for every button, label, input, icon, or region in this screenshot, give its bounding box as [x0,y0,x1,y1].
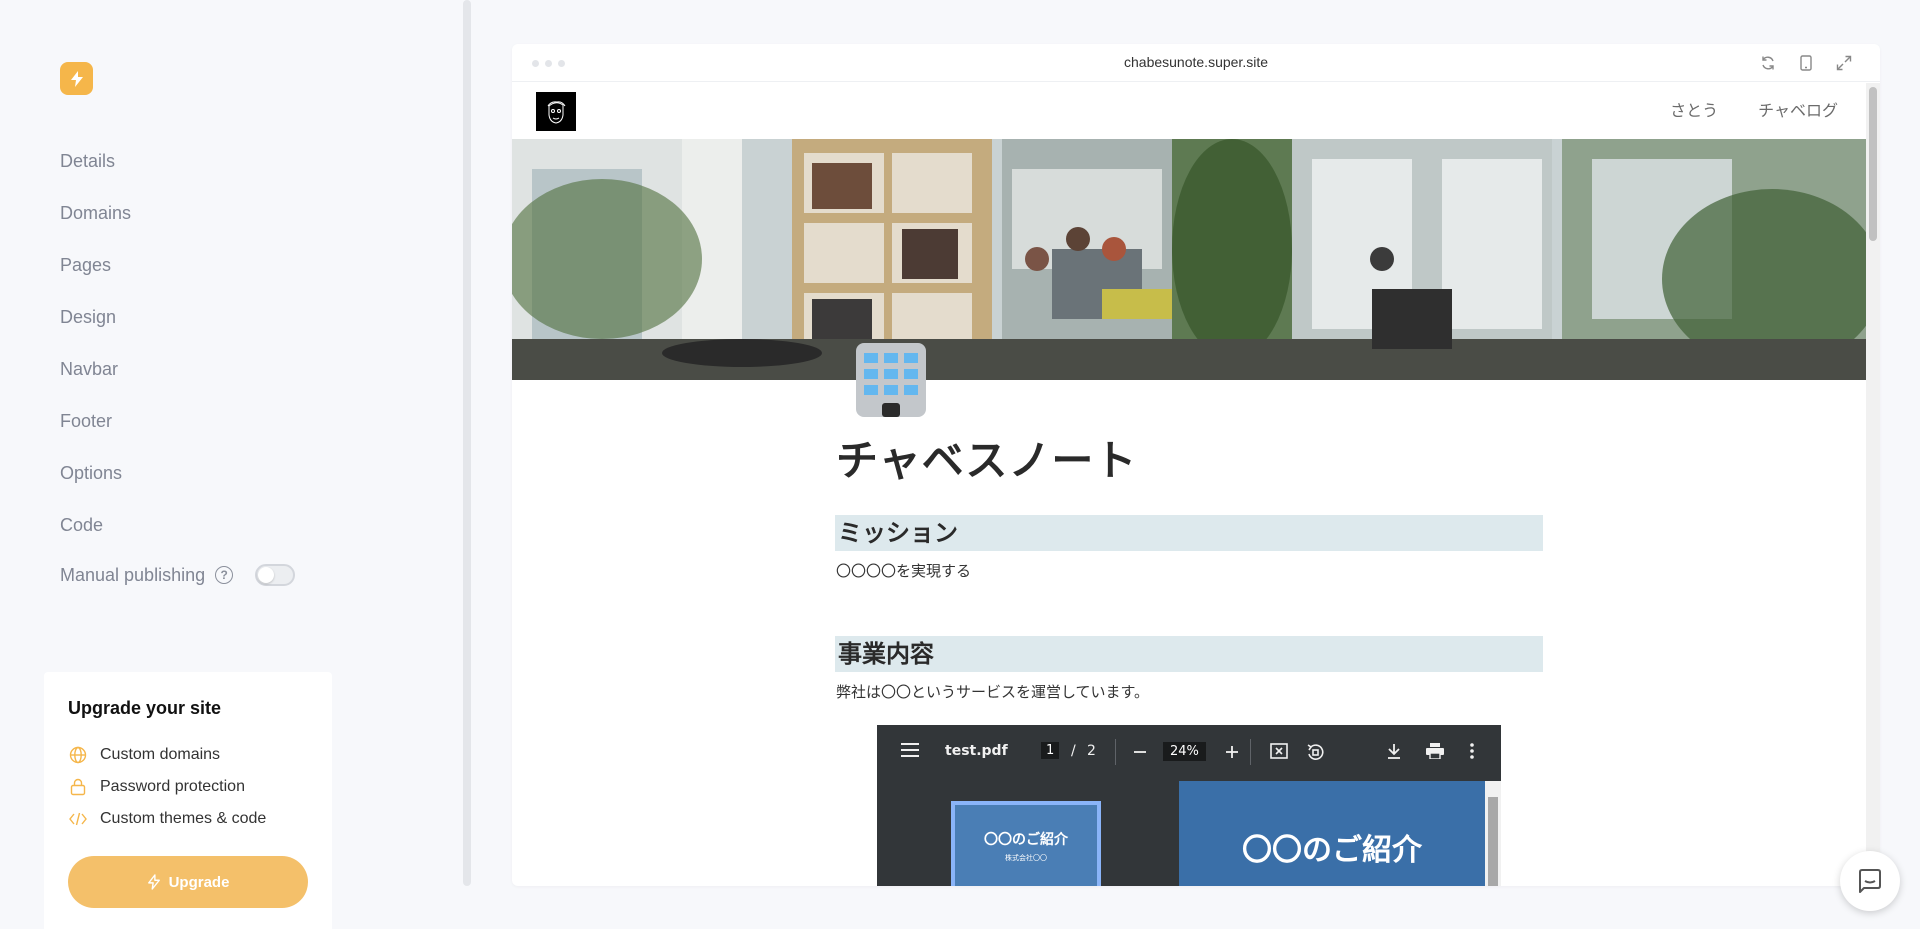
nav-domains[interactable]: Domains [60,197,131,249]
pdf-zoom-input[interactable]: 24% [1163,742,1206,761]
preview-url: chabesunote.super.site [1124,54,1268,70]
upgrade-button-label: Upgrade [168,873,230,891]
chat-icon [1859,869,1881,893]
help-icon[interactable]: ? [215,566,234,584]
thumbnail-subtitle: 株式会社〇〇 [1005,854,1047,862]
divider [1115,739,1116,765]
upgrade-card: Upgrade your site Custom domains Passwor… [44,672,332,929]
nav-code[interactable]: Code [60,509,131,561]
sidebar: Details Domains Pages Design Navbar Foot… [0,0,462,929]
toggle-knob [258,567,275,583]
code-icon [68,809,88,829]
zoom-in-icon[interactable] [1225,745,1239,759]
manual-publishing-toggle[interactable] [255,564,296,586]
sidebar-scrollbar[interactable] [463,0,471,886]
mobile-icon[interactable] [1796,53,1816,73]
nav-footer[interactable]: Footer [60,405,131,457]
menu-icon[interactable] [901,743,919,757]
pdf-thumbnail-pane: 〇〇のご紹介 株式会社〇〇 [877,781,1179,886]
pdf-thumbnail-page-1[interactable]: 〇〇のご紹介 株式会社〇〇 [951,801,1101,886]
site-nav: さとう チャベログ [1670,97,1838,121]
pdf-page-total: 2 [1087,743,1096,759]
section-heading-business: 事業内容 [835,636,1543,672]
pdf-toolbar: test.pdf 1 / 2 24% [877,725,1501,781]
fit-page-icon[interactable] [1270,743,1288,759]
app-logo[interactable] [60,62,93,95]
nav-details[interactable]: Details [60,145,131,197]
rotate-icon[interactable] [1306,743,1324,761]
preview-controls [1758,53,1854,73]
settings-nav: Details Domains Pages Design Navbar Foot… [60,145,131,561]
cover-image [512,139,1866,380]
pdf-page-separator: / [1071,743,1076,759]
site-scrollbar[interactable] [1866,83,1880,886]
feature-custom-themes: Custom themes & code [68,803,308,835]
zoom-out-icon[interactable] [1133,745,1147,759]
feature-label: Password protection [100,778,245,795]
site-scrollbar-thumb[interactable] [1869,87,1877,241]
chat-support-button[interactable] [1840,851,1900,911]
feature-password-protection: Password protection [68,771,308,803]
lock-icon [68,777,88,797]
pdf-viewer: test.pdf 1 / 2 24% 〇〇のご紹介 株式会社〇〇 〇〇のご紹介 [877,725,1501,886]
print-icon[interactable] [1426,743,1444,759]
feature-custom-domains: Custom domains [68,739,308,771]
thumbnail-title: 〇〇のご紹介 [984,832,1068,848]
more-vert-icon[interactable] [1470,743,1474,759]
page-title: チャベスノート [836,436,1138,485]
section-text-business: 弊社は〇〇というサービスを運営しています。 [836,683,1150,701]
expand-icon[interactable] [1834,53,1854,73]
site-nav-chabelog[interactable]: チャベログ [1758,97,1838,121]
site-page: さとう チャベログ チャベスノート ミッション 〇〇〇〇を実現する 事業内容 弊… [512,83,1866,886]
pdf-page-input[interactable]: 1 [1041,742,1060,759]
nav-navbar[interactable]: Navbar [60,353,131,405]
nav-pages[interactable]: Pages [60,249,131,301]
nav-options[interactable]: Options [60,457,131,509]
upgrade-button[interactable]: Upgrade [68,856,308,908]
bolt-icon [70,70,83,87]
pdf-scrollbar[interactable] [1485,781,1501,886]
office-building-icon [852,341,930,419]
feature-label: Custom domains [100,746,221,763]
pdf-scrollbar-thumb[interactable] [1488,797,1498,886]
feature-label: Custom themes & code [100,810,267,827]
globe-icon [68,745,88,765]
bolt-icon [147,874,160,890]
manual-publishing-label: Manual publishing [60,564,206,585]
site-nav-sato[interactable]: さとう [1670,97,1718,121]
divider [1250,739,1251,765]
refresh-icon[interactable] [1758,53,1778,73]
download-icon[interactable] [1386,743,1402,759]
pdf-filename: test.pdf [945,743,1008,759]
browser-bar: chabesunote.super.site [512,44,1880,82]
nav-design[interactable]: Design [60,301,131,353]
pdf-page-view: 〇〇のご紹介 [1179,781,1485,886]
section-heading-mission: ミッション [835,515,1543,551]
face-sketch-icon [547,100,566,124]
pdf-page-title: 〇〇のご紹介 [1242,833,1422,868]
site-logo[interactable] [536,92,576,131]
manual-publishing-row: Manual publishing ? [60,562,296,588]
upgrade-title: Upgrade your site [68,698,222,718]
cafe-interior-illustration [512,139,1866,380]
site-preview: chabesunote.super.site さとう チャベログ チャベスノート… [512,44,1880,886]
section-text-mission: 〇〇〇〇を実現する [836,562,972,580]
